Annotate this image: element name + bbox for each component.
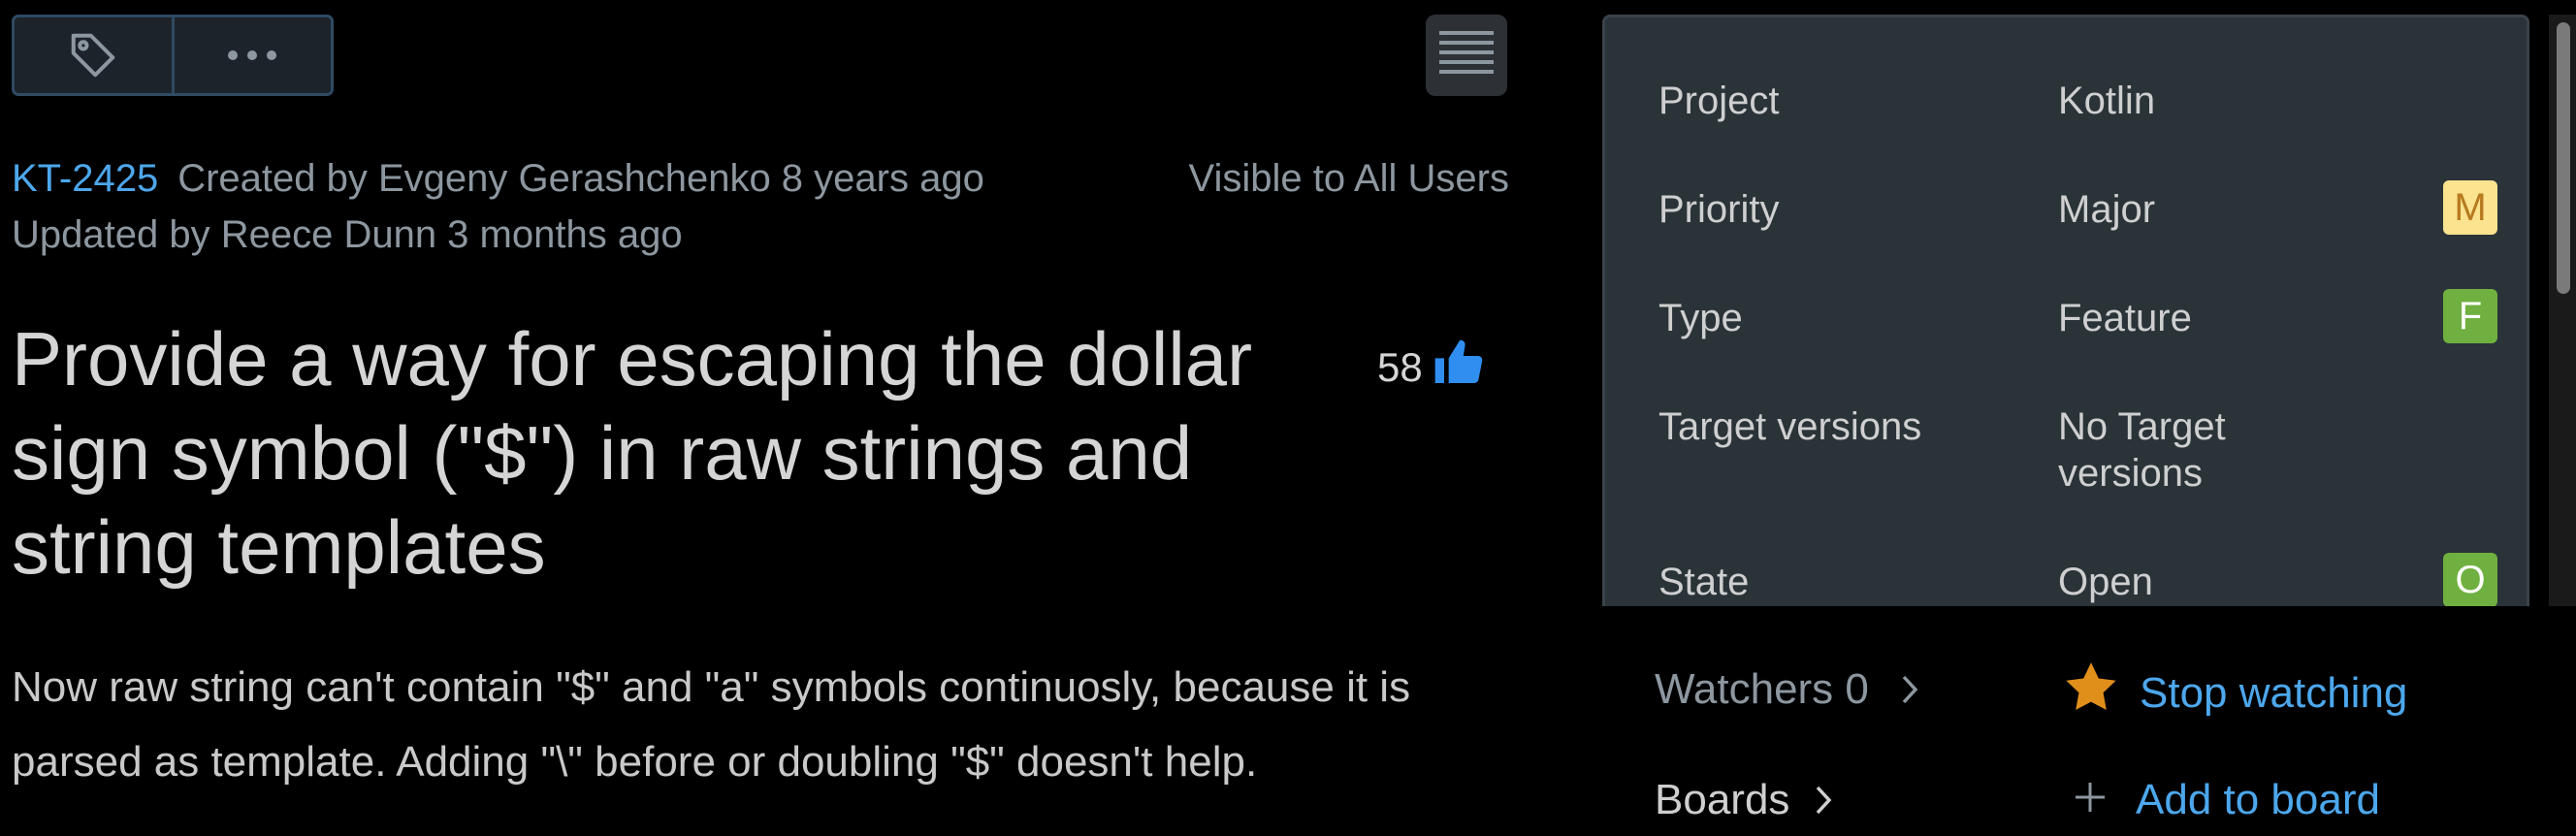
add-to-board-button[interactable]: Add to board <box>2074 773 2380 827</box>
issue-title: Provide a way for escaping the dollar si… <box>12 316 1253 590</box>
issue-toolbar <box>12 15 334 96</box>
watchers-link[interactable]: Watchers 0 <box>1655 662 1919 719</box>
more-button[interactable] <box>171 17 332 93</box>
field-label: Priority <box>1658 188 1780 231</box>
stop-watching-button[interactable]: Stop watching <box>2066 662 2407 724</box>
field-value: Open <box>2058 561 2153 603</box>
tag-icon <box>67 29 119 81</box>
scrollbar-thumb[interactable] <box>2557 22 2570 294</box>
list-menu-icon <box>1439 29 1494 82</box>
state-badge: O <box>2443 553 2497 606</box>
tag-button[interactable] <box>15 17 172 93</box>
vote-count: 58 <box>1377 344 1423 390</box>
list-menu-button[interactable] <box>1426 15 1507 96</box>
field-label: Target versions <box>1658 405 1922 448</box>
panel-scrollbar[interactable] <box>2549 15 2576 606</box>
issue-meta: KT-2425 Created by Evgeny Gerashchenko 8 … <box>12 150 984 263</box>
boards-link[interactable]: Boards <box>1655 773 1833 829</box>
more-horizontal-icon <box>223 48 281 63</box>
issue-fields-panel: Project Kotlin Priority Major M Type Fea… <box>1602 15 2529 606</box>
field-value: Kotlin <box>2058 80 2156 122</box>
issue-description: Now raw string can't contain "$" and "a"… <box>12 663 1411 786</box>
chevron-right-icon <box>1814 775 1833 829</box>
plus-icon <box>2074 773 2107 827</box>
field-label: State <box>1658 561 1750 603</box>
type-badge: F <box>2443 289 2497 343</box>
field-value: Feature <box>2058 297 2192 339</box>
field-value: No Target versions <box>2058 405 2226 495</box>
visibility-link[interactable]: Visible to All Users <box>1188 150 1509 207</box>
add-to-board-label: Add to board <box>2136 776 2380 823</box>
field-label: Project <box>1658 80 1780 122</box>
issue-id-link[interactable]: KT-2425 <box>12 157 158 200</box>
updated-by-text: Updated by Reece Dunn 3 months ago <box>12 213 683 256</box>
field-label: Type <box>1658 297 1743 339</box>
watchers-label: Watchers 0 <box>1655 665 1869 713</box>
thumbs-up-icon <box>1423 335 1485 401</box>
priority-badge: M <box>2443 180 2497 235</box>
created-by-text: Created by Evgeny Gerashchenko 8 years a… <box>177 157 984 200</box>
boards-label: Boards <box>1655 776 1790 823</box>
stop-watching-label: Stop watching <box>2140 669 2408 717</box>
field-value: Major <box>2058 188 2156 231</box>
chevron-right-icon <box>1900 664 1919 719</box>
star-icon <box>2066 662 2116 724</box>
vote-widget[interactable]: 58 <box>1377 335 1485 401</box>
